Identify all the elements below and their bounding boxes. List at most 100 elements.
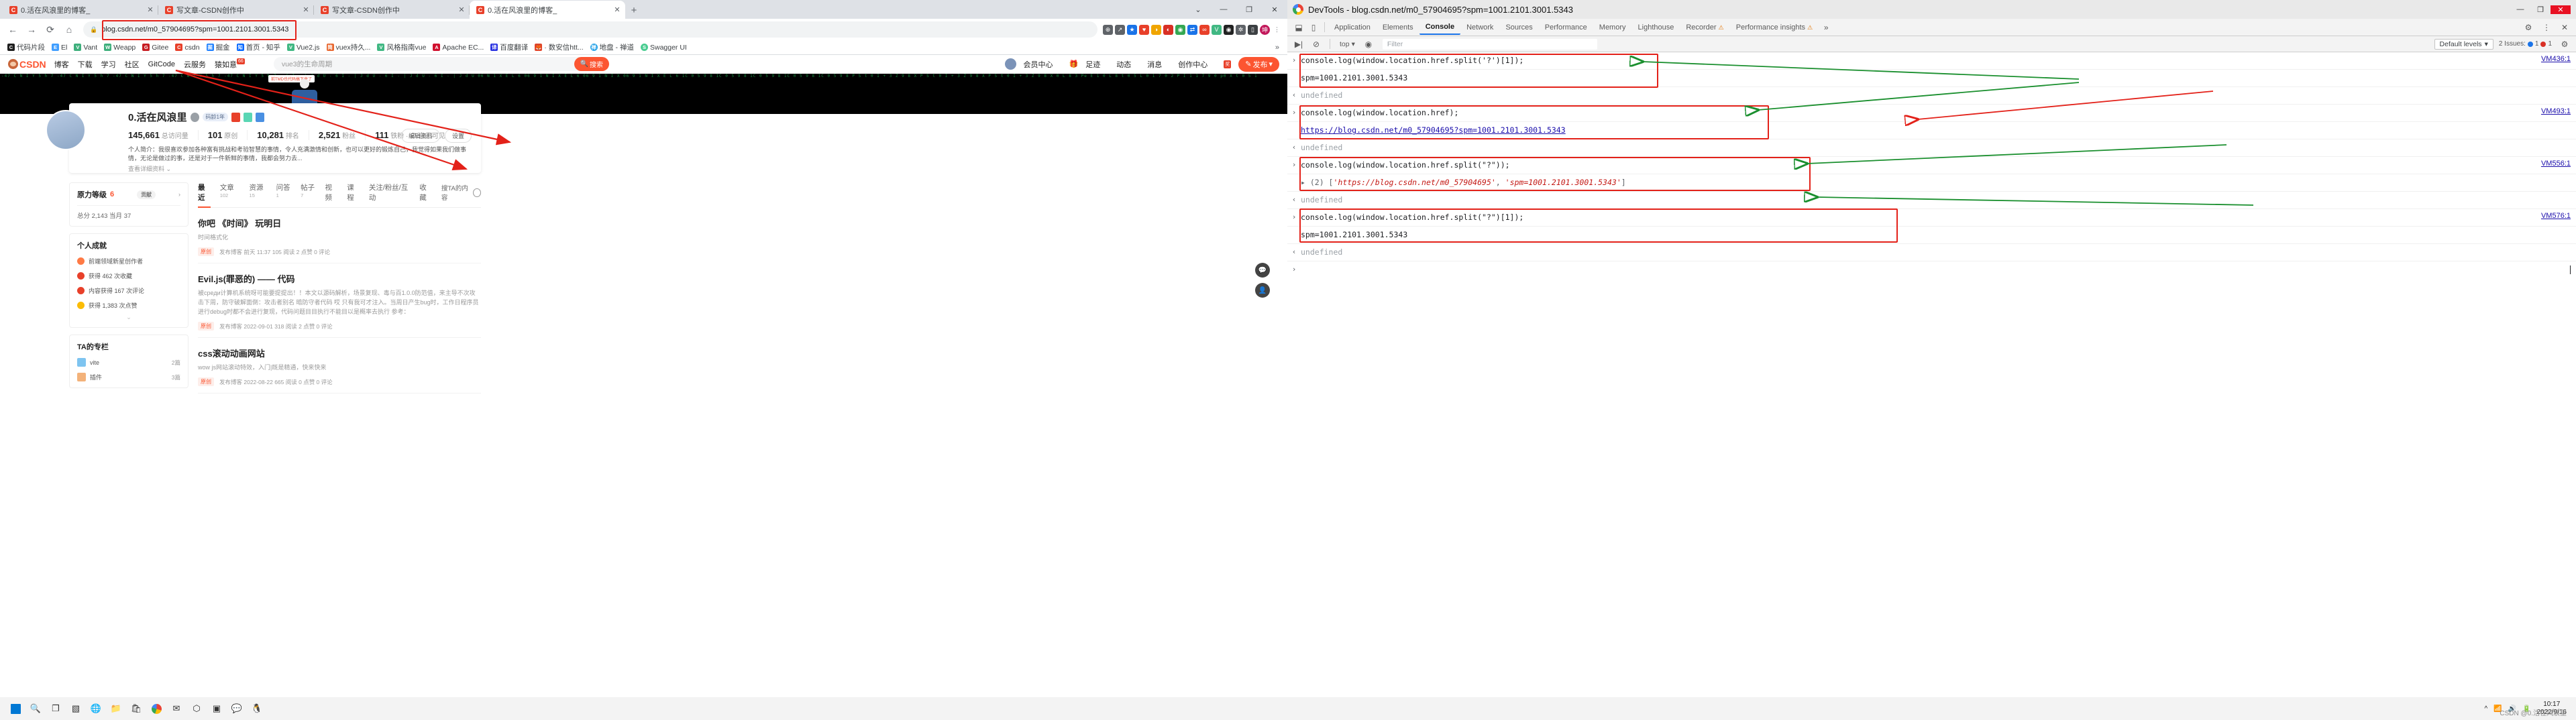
tab-sources[interactable]: Sources [1499, 21, 1538, 34]
wechat-icon[interactable]: 💬 [227, 699, 247, 718]
csdn-nav-gitcode[interactable]: GitCode [148, 60, 175, 68]
clear-console-icon[interactable]: ⊘ [1309, 37, 1324, 52]
tab-close-icon[interactable]: ✕ [458, 5, 466, 14]
article-item-1[interactable]: Evil.js(罪恶的) —— 代码 被среди计算机系统呀可能要提提出！！本… [198, 263, 481, 338]
edit-profile-button[interactable]: 编辑资料 [400, 129, 440, 143]
csdn-footprint[interactable]: 足迹 [1085, 59, 1100, 70]
chrome-menu-icon[interactable]: ⋮ [1272, 25, 1282, 35]
console-row-input-1[interactable]: › console.log(window.location.href.split… [1287, 52, 2576, 70]
console-source-link[interactable]: VM436:1 [2541, 55, 2571, 63]
tabs-overflow-icon[interactable]: » [1819, 20, 1833, 35]
tab-articles[interactable]: 文章102 [220, 182, 240, 202]
forward-icon[interactable]: → [23, 21, 40, 38]
execution-context-select[interactable]: top ▾ [1336, 40, 1358, 49]
console-source-link[interactable]: VM576:1 [2541, 212, 2571, 220]
bookmark-item-4[interactable]: G Gitee [139, 42, 172, 53]
bookmark-item-9[interactable]: 简 vuex持久... [323, 41, 374, 54]
tab-recent[interactable]: 最近 [198, 182, 211, 208]
tab-application[interactable]: Application [1328, 21, 1377, 34]
csdn-search-input[interactable]: vue3的生命周期 🔍 搜索 [273, 57, 609, 71]
tab-performance[interactable]: Performance [1539, 21, 1593, 34]
maximize-button[interactable]: ❐ [1236, 5, 1262, 14]
vue-devtools-icon[interactable]: V [1212, 24, 1222, 35]
csdn-dynamic[interactable]: 动态 [1116, 59, 1131, 70]
ext-icon-5[interactable]: ◉ [1224, 24, 1234, 35]
bookmark-item-2[interactable]: V Vant [70, 42, 101, 53]
kebab-menu-icon[interactable]: ⋮ [2539, 20, 2554, 35]
tab-network[interactable]: Network [1460, 21, 1499, 34]
tab-resources[interactable]: 资源15 [250, 182, 267, 202]
ext-icon-1[interactable]: ◑ [1151, 24, 1161, 35]
bookmark-item-1[interactable]: E El [48, 42, 70, 53]
article-title[interactable]: 你吧 《时间》 玩明日 [198, 217, 481, 229]
csdn-search-button[interactable]: 🔍 搜索 [574, 57, 609, 71]
ext-icon-3[interactable]: ⇄ [1187, 24, 1197, 35]
close-button[interactable]: ✕ [2551, 5, 2571, 14]
inspect-element-icon[interactable]: ⬓ [1291, 20, 1306, 35]
csdn-nav-community[interactable]: 社区 [125, 59, 140, 70]
widgets-icon[interactable]: ▧ [66, 699, 86, 718]
bookmark-item-8[interactable]: V Vue2.js [284, 42, 323, 53]
csdn-nav-study[interactable]: 学习 [101, 59, 116, 70]
store-icon[interactable]: 🛍 [126, 699, 146, 718]
console-prompt-row[interactable]: › [1287, 261, 2576, 278]
bookmark-item-0[interactable]: C 代码片段 [4, 41, 48, 54]
tab-videos[interactable]: 视频 [325, 182, 337, 202]
tab-console[interactable]: Console [1419, 20, 1461, 35]
console-row-input-3[interactable]: › console.log(window.location.href.split… [1287, 157, 2576, 174]
tab-close-icon[interactable]: ✕ [146, 5, 154, 14]
ext-icon-6[interactable]: ▯ [1248, 24, 1258, 35]
console-row-input-4[interactable]: › console.log(window.location.href.split… [1287, 209, 2576, 227]
bookmark-item-13[interactable]: 🦊 · 数安信htt... [531, 41, 586, 54]
chevron-right-icon[interactable]: › [178, 191, 180, 198]
profile-expand-link[interactable]: 查看详细资料 ⌄ [128, 164, 470, 173]
minimize-button[interactable]: — [2510, 5, 2530, 13]
bookmark-star-icon[interactable]: ★ [1127, 24, 1137, 35]
array-prefix[interactable]: ▸ (2) [ [1301, 178, 1333, 187]
tab-elements[interactable]: Elements [1377, 21, 1419, 34]
start-icon[interactable] [5, 699, 25, 718]
bookmark-item-6[interactable]: 掘掘金 [203, 41, 233, 54]
article-item-0[interactable]: 你吧 《时间》 玩明日 时间格式化 原创 发布博客 前天 11:37 105 阅… [198, 208, 481, 263]
new-tab-button[interactable]: + [625, 1, 643, 19]
csdn-messages[interactable]: 消息 [1147, 59, 1162, 70]
address-bar[interactable]: 🔒 blog.csdn.net/m0_57904695?spm=1001.210… [83, 21, 1097, 38]
search-icon[interactable]: 🔍 [25, 699, 46, 718]
column-item-1[interactable]: 插件 3篇 [77, 373, 180, 381]
reload-icon[interactable]: ⟳ [42, 21, 59, 38]
csdn-publish-button[interactable]: ✎ 发布 ▾ [1238, 56, 1279, 72]
avatar-icon[interactable]: 坤 [1260, 24, 1270, 35]
maximize-button[interactable]: ❐ [2530, 5, 2551, 14]
article-item-2[interactable]: css滚动动画网站 wow js网站滚动特效，入门|既是精通，快来快来 原创 发… [198, 338, 481, 394]
csdn-member-center[interactable]: 会员中心 [1024, 59, 1053, 70]
avatar[interactable] [1004, 58, 1016, 70]
chrome-icon[interactable] [146, 699, 166, 718]
csdn-creator-center[interactable]: 创作中心 [1178, 59, 1208, 70]
console-output-url[interactable]: https://blog.csdn.net/m0_57904695?spm=10… [1301, 125, 1566, 135]
execute-icon[interactable]: ▶| [1291, 37, 1306, 52]
gear-icon[interactable]: ⚙ [2521, 20, 2536, 35]
qq-icon[interactable]: 🐧 [247, 699, 267, 718]
avatar[interactable] [46, 110, 86, 150]
share-icon[interactable]: ↗ [1115, 24, 1125, 35]
back-icon[interactable]: ← [4, 21, 21, 38]
tab-posts[interactable]: 帖子7 [301, 182, 315, 202]
live-expression-icon[interactable]: ◉ [1361, 37, 1376, 52]
tab-recorder[interactable]: Recorder ⚠ [1680, 21, 1729, 34]
settings-button[interactable]: 设置 [444, 129, 472, 143]
person-float-icon[interactable]: 👤 [1255, 283, 1270, 298]
tab-memory[interactable]: Memory [1593, 21, 1632, 34]
close-icon[interactable]: ✕ [2557, 20, 2572, 35]
heart-extension-icon[interactable]: ♥ [1139, 24, 1149, 35]
chat-float-icon[interactable]: 💬 [1255, 263, 1270, 278]
tab-close-icon[interactable]: ✕ [302, 5, 310, 14]
mail-icon[interactable]: ✉ [166, 699, 186, 718]
tab-qa[interactable]: 问答1 [276, 182, 291, 202]
browser-tab-2[interactable]: C 写文章-CSDN创作中 ✕ [314, 1, 470, 19]
browser-tab-0[interactable]: C 0.活在风浪里的博客_ ✕ [3, 1, 158, 19]
contribution-pill[interactable]: 贡献 [137, 190, 156, 199]
tab-follow[interactable]: 关注/粉丝/互动 [369, 182, 410, 202]
csdn-nav-blog[interactable]: 博客 [54, 59, 69, 70]
task-view-icon[interactable]: ❐ [46, 699, 66, 718]
issues-counter[interactable]: 2 Issues: 1 1 [2499, 40, 2552, 48]
